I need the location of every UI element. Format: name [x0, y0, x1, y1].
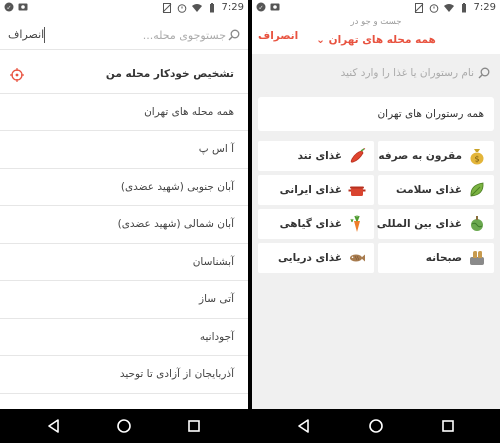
app-notification-icon: ✓: [256, 2, 266, 12]
leaf-icon: [470, 182, 484, 197]
neighborhood-search-bar: انصراف: [0, 22, 248, 50]
photo-notification-icon: [18, 3, 28, 11]
neighborhood-picker-screen: ✓ 7:29 انصراف تشخیص خودکار محله من همه م: [0, 0, 248, 443]
search-icon: [478, 67, 490, 79]
list-item-label: آبان جنوبی (شهید عضدی): [120, 180, 234, 193]
category-label: غذای تند: [297, 150, 342, 162]
app-notification-icon: ✓: [4, 2, 14, 12]
all-restaurants-label: همه رستوران های تهران: [377, 108, 484, 120]
restaurant-search-bar: [258, 60, 494, 86]
category-healthy[interactable]: غذای سلامت: [378, 175, 494, 205]
cancel-button[interactable]: انصراف: [8, 28, 44, 41]
svg-text:✓: ✓: [258, 5, 263, 12]
battery-icon: [209, 2, 214, 12]
category-label: مقرون به صرفه: [378, 150, 462, 162]
money-bag-icon: $: [470, 149, 484, 165]
category-seafood[interactable]: غذای دریایی: [258, 243, 374, 273]
category-label: غذای گیاهی: [279, 218, 342, 230]
globe-food-icon: [471, 216, 483, 231]
wifi-icon: [443, 3, 454, 12]
search-divider: [44, 27, 45, 43]
status-time: 7:29: [221, 2, 244, 13]
android-nav-bar: [252, 409, 500, 443]
neighborhood-list: تشخیص خودکار محله من همه محله های تهران …: [0, 56, 248, 394]
back-icon[interactable]: [46, 418, 62, 434]
list-item-label: آ اس پ: [198, 143, 234, 155]
pot-icon: [348, 186, 366, 196]
battery-icon: [461, 2, 466, 12]
chevron-down-icon: ⌄: [316, 34, 325, 46]
all-restaurants-button[interactable]: همه رستوران های تهران: [258, 97, 494, 131]
category-label: غذای دریایی: [278, 252, 342, 264]
location-title: همه محله های تهران: [328, 34, 436, 46]
no-sim-icon: [162, 2, 171, 13]
status-bar: ✓ 7:29: [0, 0, 248, 16]
carrot-icon: [350, 215, 360, 232]
alarm-icon: [177, 3, 186, 13]
list-item[interactable]: آبان جنوبی (شهید عضدی): [0, 168, 248, 206]
list-item-label: تشخیص خودکار محله من: [105, 68, 234, 80]
category-breakfast[interactable]: صبحانه: [378, 243, 494, 273]
list-item-label: آبان شمالی (شهید عضدی): [117, 218, 234, 230]
category-label: غذای ایرانی: [279, 184, 342, 196]
home-icon[interactable]: [116, 418, 132, 434]
search-in-label: جست و جو در: [350, 17, 402, 27]
recents-icon[interactable]: [186, 418, 202, 434]
alarm-icon: [429, 3, 438, 13]
category-label: غذای سلامت: [395, 184, 462, 196]
list-item[interactable]: آ اس پ: [0, 131, 248, 169]
list-item[interactable]: آبان شمالی (شهید عضدی): [0, 206, 248, 244]
category-label: غذای بین المللی: [376, 218, 462, 230]
status-bar: ✓ 7:29: [252, 0, 500, 16]
toaster-icon: [470, 251, 484, 265]
no-sim-icon: [414, 2, 423, 13]
category-label: صبحانه: [425, 252, 462, 264]
location-header: جست و جو در همه محله های تهران ⌄ انصراف: [252, 16, 500, 54]
wifi-icon: [191, 3, 202, 12]
list-item-label: آتی ساز: [199, 293, 234, 305]
chili-pepper-icon: [350, 148, 366, 163]
list-item-label: همه محله های تهران: [144, 105, 234, 118]
list-item-auto-detect[interactable]: تشخیص خودکار محله من: [0, 56, 248, 94]
android-nav-bar: [0, 409, 248, 443]
list-item[interactable]: آبشناسان: [0, 243, 248, 281]
list-item-label: آجودانیه: [199, 330, 234, 343]
list-item-label: آبشناسان: [192, 255, 234, 268]
location-selector[interactable]: همه محله های تهران ⌄: [312, 34, 440, 46]
svg-text:$: $: [474, 155, 479, 164]
category-spicy[interactable]: غذای تند: [258, 141, 374, 171]
list-item[interactable]: آذربایجان از آزادی تا توحید: [0, 356, 248, 394]
location-target-icon: [10, 68, 24, 82]
search-icon: [228, 29, 240, 41]
status-time: 7:29: [473, 2, 496, 13]
list-item-label: آذربایجان از آزادی تا توحید: [119, 368, 234, 380]
category-vegetarian[interactable]: غذای گیاهی: [258, 209, 374, 239]
category-budget[interactable]: $ مقرون به صرفه: [378, 141, 494, 171]
home-icon[interactable]: [368, 418, 384, 434]
back-icon[interactable]: [296, 418, 312, 434]
fish-icon: [350, 254, 365, 262]
neighborhood-search-input[interactable]: [52, 26, 226, 44]
recents-icon[interactable]: [440, 418, 456, 434]
svg-text:✓: ✓: [6, 5, 11, 12]
list-item[interactable]: آتی ساز: [0, 281, 248, 319]
list-item[interactable]: آجودانیه: [0, 318, 248, 356]
cancel-button[interactable]: انصراف: [258, 30, 298, 42]
list-item[interactable]: همه محله های تهران: [0, 93, 248, 131]
category-international[interactable]: غذای بین المللی: [376, 209, 494, 239]
category-iranian[interactable]: غذای ایرانی: [258, 175, 374, 205]
restaurant-search-screen: ✓ 7:29 جست و جو در همه محله های تهران ⌄ …: [252, 0, 500, 443]
restaurant-search-input[interactable]: [260, 64, 474, 82]
photo-notification-icon: [270, 3, 280, 11]
